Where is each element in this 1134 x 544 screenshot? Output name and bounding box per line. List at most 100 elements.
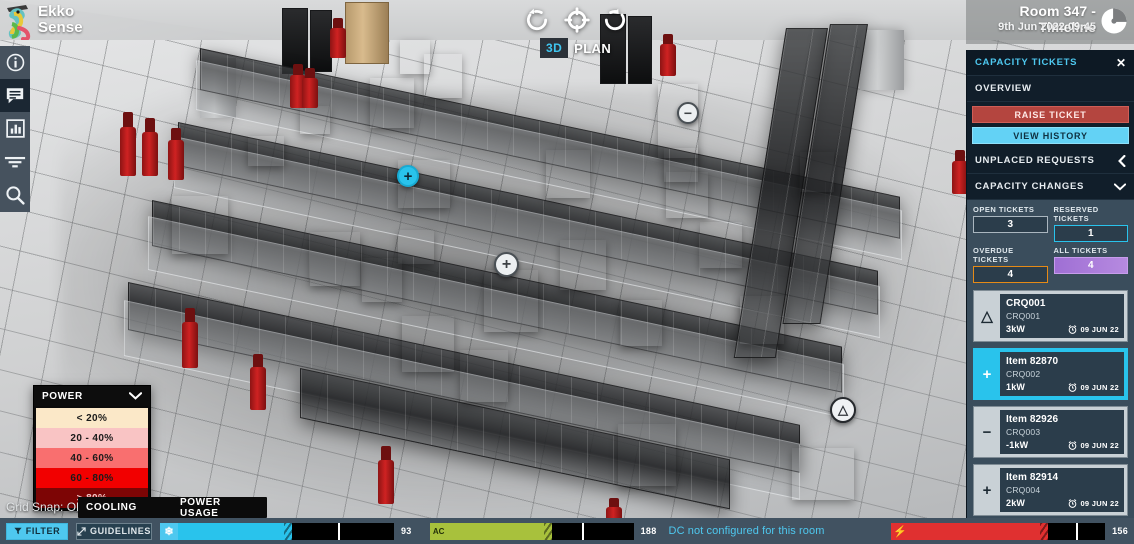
brand-line-1: Ekko — [38, 3, 75, 20]
stat-all-tickets-value[interactable]: 4 — [1053, 257, 1128, 274]
list-item[interactable]: + Item 82870 CRQ002 1kW 09 JUN 22 — [973, 348, 1128, 400]
power-gauge[interactable]: ⚡ 156 — [891, 522, 1128, 540]
chevron-down-icon[interactable] — [129, 392, 142, 400]
filter-button-label: FILTER — [25, 526, 61, 536]
ticket-title: Item 82914 — [1006, 472, 1059, 483]
remove-marker[interactable]: − — [677, 102, 699, 124]
chevron-down-icon — [153, 504, 167, 512]
legend-row: 60 - 80% — [36, 468, 148, 488]
ac-label-icon: AC — [429, 522, 448, 540]
plus-icon: + — [982, 481, 992, 499]
select-power-usage[interactable]: POWER USAGE — [172, 497, 267, 519]
chevron-left-icon[interactable] — [1118, 154, 1126, 167]
brand-logo[interactable]: Ekko Sense — [6, 2, 100, 44]
capacity-box[interactable] — [300, 106, 330, 134]
capacity-box[interactable] — [618, 424, 676, 486]
capacity-box[interactable] — [792, 448, 854, 500]
cooling-gauge-fill — [178, 522, 293, 540]
fire-extinguisher — [250, 354, 266, 410]
sidebar-item-search[interactable] — [0, 178, 30, 211]
ac-gauge-value: 188 — [640, 526, 657, 536]
fire-extinguisher — [168, 128, 184, 180]
capacity-box[interactable] — [664, 148, 698, 182]
fire-extinguisher — [182, 308, 198, 368]
tab-3d[interactable]: 3D — [540, 38, 569, 58]
stat-open-tickets: OPEN TICKETS 3 — [973, 205, 1048, 242]
tab-plan[interactable]: PLAN — [574, 41, 611, 56]
status-message: DC not configured for this room — [668, 525, 825, 537]
capacity-box[interactable] — [248, 136, 284, 166]
cooling-gauge[interactable]: ❄ 93 — [160, 522, 412, 540]
capacity-box[interactable] — [700, 222, 742, 268]
add-marker[interactable]: + — [494, 252, 519, 277]
pie-chart-icon[interactable] — [1100, 7, 1128, 35]
select-cooling[interactable]: COOLING — [78, 497, 175, 518]
ticket-date: 09 JUN 22 — [1068, 383, 1119, 392]
capacity-box[interactable] — [400, 40, 430, 74]
sidebar-item-comments[interactable] — [0, 79, 30, 112]
capacity-box[interactable] — [560, 240, 606, 290]
back-rack-2 — [310, 10, 332, 72]
close-icon[interactable]: ✕ — [1116, 56, 1126, 70]
capacity-box[interactable] — [800, 152, 834, 192]
list-item[interactable]: △ CRQ001 CRQ001 3kW 09 JUN 22 — [973, 290, 1128, 342]
chevron-down-icon[interactable] — [1114, 182, 1126, 191]
legend-row: < 20% — [36, 408, 148, 428]
capacity-box[interactable] — [484, 270, 538, 332]
rotate-right-icon[interactable] — [602, 7, 628, 33]
ticket-reference: CRQ001 — [1006, 311, 1041, 321]
ac-gauge[interactable]: AC 188 — [429, 522, 657, 540]
ac-gauge-fill — [447, 522, 552, 540]
ticket-title: CRQ001 — [1006, 298, 1046, 309]
ac-gauge-tick — [581, 522, 584, 540]
list-item[interactable]: − Item 82926 CRQ003 -1kW 09 JUN 22 — [973, 406, 1128, 458]
lightning-icon: ⚡ — [891, 522, 910, 540]
sidebar-item-charts[interactable] — [0, 112, 30, 145]
stat-open-tickets-value[interactable]: 3 — [973, 216, 1048, 233]
capacity-box[interactable] — [402, 316, 454, 372]
capacity-box[interactable] — [370, 78, 414, 128]
sidebar-item-filter[interactable] — [0, 145, 30, 178]
filter-icon — [4, 156, 26, 167]
ticket-date: 09 JUN 22 — [1068, 499, 1119, 508]
capacity-box[interactable] — [546, 150, 590, 198]
snowflake-icon: ❄ — [160, 522, 178, 540]
stat-all-tickets-label: ALL TICKETS — [1053, 246, 1108, 255]
raise-ticket-wrap: RAISE TICKET — [967, 102, 1134, 127]
section-capacity-changes[interactable]: CAPACITY CHANGES — [967, 174, 1134, 200]
app-root: Ekko Sense 3D PLAN + − + △ POWER < 20% 2… — [0, 0, 1134, 544]
cooling-gauge-value: 93 — [401, 526, 412, 536]
add-marker-selected[interactable]: + — [397, 165, 419, 187]
rotate-left-icon[interactable] — [524, 7, 550, 33]
capacity-box[interactable] — [310, 232, 360, 286]
stat-reserved-tickets-value[interactable]: 1 — [1053, 225, 1128, 242]
capacity-box[interactable] — [398, 230, 434, 264]
chevron-down-icon — [245, 504, 259, 512]
room-3d-viewport[interactable] — [0, 0, 1134, 544]
section-overview[interactable]: OVERVIEW — [967, 76, 1134, 102]
view-mode-toggle: 3D PLAN — [540, 38, 611, 58]
capacity-box[interactable] — [362, 258, 402, 302]
ticket-body: CRQ001 CRQ001 3kW 09 JUN 22 — [1000, 294, 1124, 338]
sidebar-item-info[interactable] — [0, 46, 30, 79]
capacity-box[interactable] — [172, 196, 228, 254]
stat-overdue-tickets-value[interactable]: 4 — [973, 266, 1048, 283]
capacity-box[interactable] — [620, 300, 662, 346]
guidelines-button[interactable]: GUIDELINES — [76, 522, 152, 540]
capacity-box[interactable] — [740, 296, 784, 344]
power-legend-rows: < 20% 20 - 40% 40 - 60% 60 - 80% > 80% — [34, 406, 150, 510]
section-unplaced-requests[interactable]: UNPLACED REQUESTS — [967, 148, 1134, 174]
target-reset-icon[interactable] — [564, 7, 590, 33]
power-legend-header[interactable]: POWER — [34, 386, 150, 406]
capacity-box[interactable] — [460, 350, 508, 402]
ticket-stats: OPEN TICKETS 3 RESERVED TICKETS 1 OVERDU… — [967, 200, 1134, 286]
raise-ticket-button[interactable]: RAISE TICKET — [972, 106, 1129, 123]
stat-all-tickets: ALL TICKETS 4 — [1053, 246, 1128, 283]
stat-overdue-tickets-label: OVERDUE TICKETS — [973, 246, 1014, 264]
stat-reserved-tickets-label: RESERVED TICKETS — [1053, 205, 1099, 223]
list-item[interactable]: + Item 82914 CRQ004 2kW 09 JUN 22 — [973, 464, 1128, 516]
move-marker[interactable]: △ — [830, 397, 856, 423]
view-history-button[interactable]: VIEW HISTORY — [972, 127, 1129, 144]
alarm-clock-icon — [1069, 383, 1077, 392]
filter-button[interactable]: FILTER — [6, 522, 68, 540]
